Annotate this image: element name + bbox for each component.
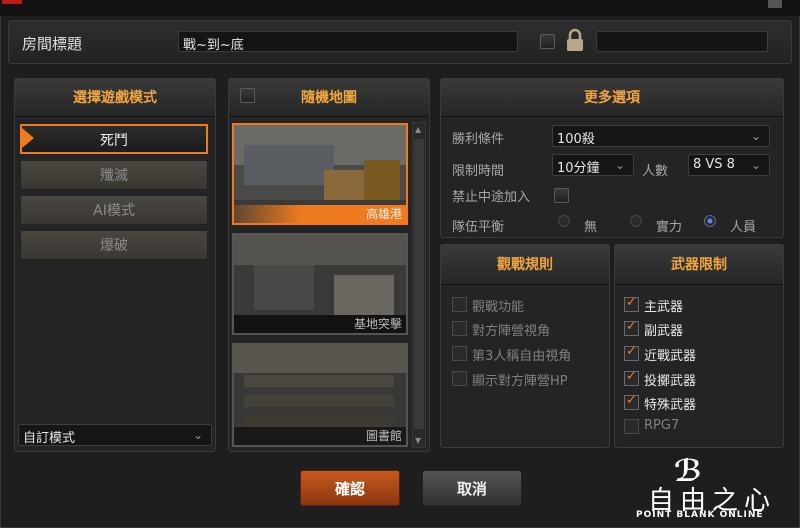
logo-subtext: POINT BLANK ONLINE <box>636 510 764 520</box>
custom-mode-dropdown[interactable]: 自訂模式 ⌄ <box>18 424 212 446</box>
no-join-checkbox[interactable] <box>554 188 569 203</box>
checkbox[interactable] <box>624 419 639 434</box>
balance-skill-label: 實力 <box>656 220 683 235</box>
custom-mode-value: 自訂模式 <box>23 431 76 446</box>
game-mode-title: 選擇遊戲模式 <box>15 79 215 117</box>
observer-option[interactable]: 對方陣營視角 <box>452 318 602 340</box>
chevron-down-icon: ⌄ <box>751 129 762 143</box>
observer-option[interactable]: 顯示對方陣營HP <box>452 368 602 390</box>
password-input[interactable] <box>596 31 768 52</box>
weapon-option[interactable]: 主武器 <box>624 294 774 316</box>
observer-option[interactable]: 觀戰功能 <box>452 294 602 316</box>
room-title-input[interactable]: 戰~到~底 <box>178 31 518 53</box>
mode-annihilation[interactable]: 殲滅 <box>20 160 208 190</box>
checkbox[interactable] <box>452 371 467 386</box>
balance-players-label: 人員 <box>730 220 757 235</box>
balance-none-radio[interactable] <box>558 215 570 227</box>
cancel-button[interactable]: 取消 <box>422 470 522 506</box>
checkbox[interactable] <box>624 295 639 312</box>
room-title-value: 戰~到~底 <box>183 38 244 53</box>
weapon-limit-title: 武器限制 <box>615 245 783 285</box>
observer-option[interactable]: 第3人稱自由視角 <box>452 343 602 365</box>
players-value: 8 VS 8 <box>693 157 735 172</box>
win-condition-value: 100殺 <box>557 132 595 147</box>
chevron-down-icon: ⌄ <box>615 158 626 172</box>
confirm-button[interactable]: 確認 <box>300 470 400 506</box>
weapon-option[interactable]: 投擲武器 <box>624 368 774 390</box>
weapon-option[interactable]: RPG7 <box>624 416 774 438</box>
game-logo: ℬ 自由之心 POINT BLANK ONLINE <box>612 454 796 524</box>
map-base-assault[interactable]: 基地突擊 <box>232 233 408 335</box>
win-condition-dropdown[interactable]: 100殺 ⌄ <box>552 125 770 147</box>
checkbox[interactable] <box>452 297 467 312</box>
time-limit-label: 限制時間 <box>452 164 505 179</box>
time-limit-dropdown[interactable]: 10分鐘 ⌄ <box>552 154 634 176</box>
selected-arrow-icon <box>22 128 34 148</box>
mode-bomb[interactable]: 爆破 <box>20 230 208 260</box>
scroll-thumb[interactable] <box>414 139 424 429</box>
balance-players-radio[interactable] <box>704 215 716 227</box>
checkbox[interactable] <box>624 393 639 410</box>
lock-icon <box>564 28 586 52</box>
chevron-down-icon: ⌄ <box>193 428 204 442</box>
no-join-label: 禁止中途加入 <box>452 190 531 205</box>
time-limit-value: 10分鐘 <box>557 161 600 176</box>
map-name: 基地突擊 <box>234 315 406 333</box>
weapon-option[interactable]: 副武器 <box>624 318 774 340</box>
players-label: 人數 <box>642 164 669 179</box>
checkbox[interactable] <box>452 346 467 361</box>
checkbox[interactable] <box>624 344 639 361</box>
window-top-bar <box>0 0 800 16</box>
room-title-label: 房間標題 <box>22 35 83 53</box>
checkbox[interactable] <box>624 319 639 336</box>
mode-ai[interactable]: AI模式 <box>20 195 208 225</box>
weapon-option[interactable]: 特殊武器 <box>624 392 774 414</box>
observer-rules-title: 觀戰規則 <box>441 245 609 285</box>
scroll-down-icon[interactable]: ▼ <box>415 436 421 445</box>
map-library[interactable]: 圖書館 <box>232 343 408 447</box>
more-options-title: 更多選項 <box>441 79 783 117</box>
mode-deathmatch[interactable]: 死鬥 <box>20 124 208 154</box>
checkbox[interactable] <box>624 369 639 386</box>
password-checkbox[interactable] <box>540 34 555 49</box>
checkbox[interactable] <box>452 321 467 336</box>
balance-none-label: 無 <box>584 220 598 235</box>
map-name: 圖書館 <box>234 427 406 445</box>
map-name: 高雄港 <box>234 205 406 223</box>
chevron-down-icon: ⌄ <box>751 158 762 172</box>
map-panel-title: 隨機地圖 <box>229 79 429 117</box>
balance-skill-radio[interactable] <box>630 215 642 227</box>
random-map-checkbox[interactable] <box>240 88 255 103</box>
scroll-up-icon[interactable]: ▲ <box>415 125 421 134</box>
weapon-option[interactable]: 近戰武器 <box>624 343 774 365</box>
players-dropdown[interactable]: 8 VS 8 ⌄ <box>688 154 770 176</box>
map-scrollbar[interactable]: ▲ ▼ <box>412 122 426 448</box>
map-kaohsiung-port[interactable]: 高雄港 <box>232 123 408 225</box>
win-condition-label: 勝利條件 <box>452 132 505 147</box>
team-balance-label: 隊伍平衡 <box>452 220 505 235</box>
